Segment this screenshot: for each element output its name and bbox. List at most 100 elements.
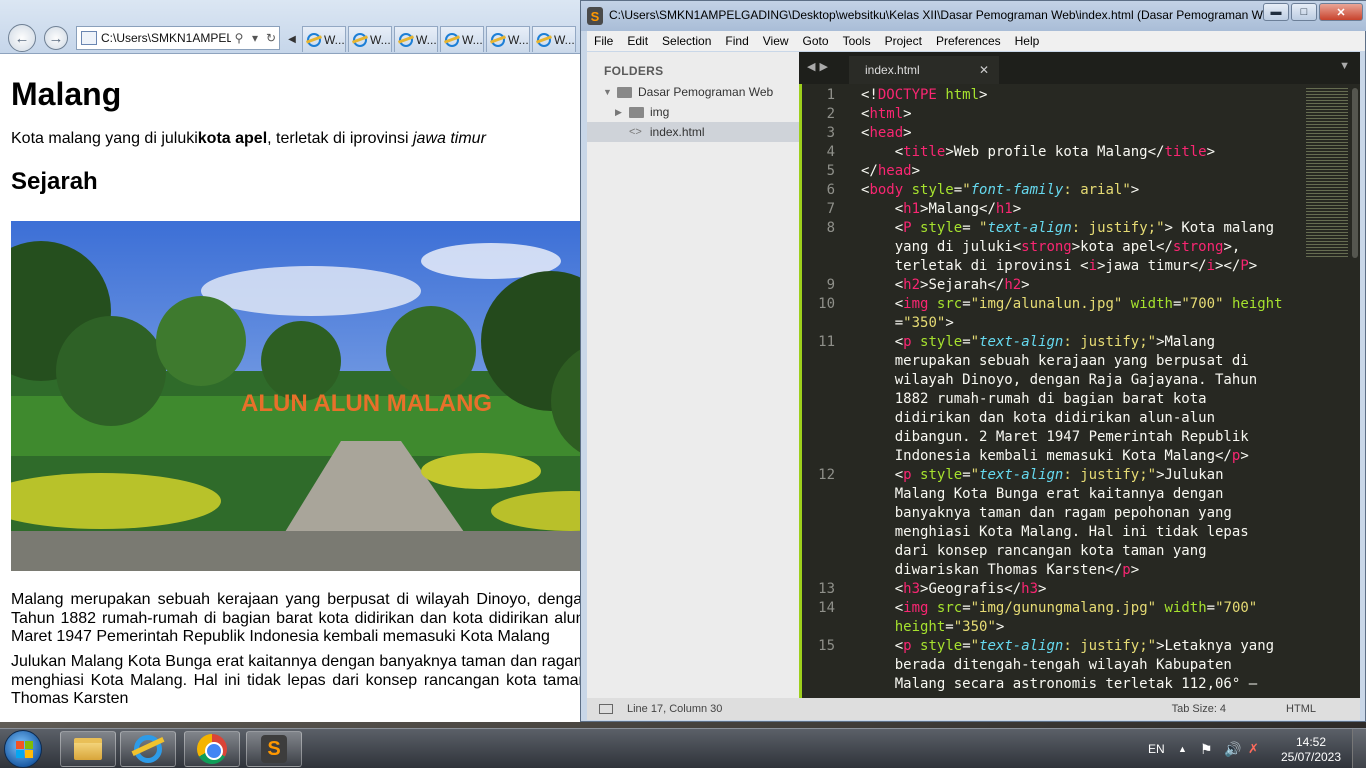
ie-tab[interactable]: W... bbox=[348, 26, 392, 52]
line-number: 9 bbox=[826, 277, 835, 293]
ie-tab[interactable]: W... bbox=[302, 26, 346, 52]
maximize-button[interactable]: □ bbox=[1291, 3, 1317, 21]
volume-icon[interactable]: 🔊 bbox=[1224, 729, 1241, 768]
minimize-icon: ▬ bbox=[1270, 6, 1282, 18]
menu-preferences[interactable]: Preferences bbox=[929, 34, 1008, 48]
network-error-icon[interactable]: ✗ bbox=[1248, 729, 1259, 768]
sublime-window: S C:\Users\SMKN1AMPELGADING\Desktop\webs… bbox=[580, 0, 1366, 722]
menu-edit[interactable]: Edit bbox=[620, 34, 655, 48]
minimize-button[interactable]: ▬ bbox=[1263, 3, 1289, 21]
back-button[interactable]: ← bbox=[8, 24, 36, 52]
tab-scroll-left-icon[interactable]: ◀ bbox=[284, 26, 300, 52]
tab-size[interactable]: Tab Size: 4 bbox=[1172, 703, 1226, 715]
system-clock[interactable]: 14:52 25/07/2023 bbox=[1278, 735, 1344, 765]
taskbar: S EN ▲ ⚑ 🔊 ✗ 14:52 25/07/2023 bbox=[0, 728, 1366, 768]
forward-button[interactable]: → bbox=[44, 26, 68, 50]
line-number: 13 bbox=[818, 581, 835, 597]
line-number: 5 bbox=[826, 163, 835, 179]
code-line: dibangun. 2 Maret 1947 Pemerintah Republ… bbox=[861, 429, 1249, 445]
gutter-marker bbox=[799, 84, 802, 698]
ie-tab[interactable]: W... bbox=[394, 26, 438, 52]
menu-file[interactable]: File bbox=[587, 34, 620, 48]
alun-alun-photo: ALUN ALUN MALANG bbox=[11, 221, 589, 571]
section-heading: Sejarah bbox=[11, 168, 98, 195]
code-line: height="350"> bbox=[894, 619, 1005, 635]
page-icon bbox=[81, 31, 97, 45]
code-line: ="350"> bbox=[861, 315, 954, 331]
tab-close-icon[interactable]: ✕ bbox=[979, 63, 989, 77]
refresh-icon[interactable]: ↻ bbox=[263, 31, 279, 45]
close-icon: ✕ bbox=[1336, 6, 1346, 19]
sublime-body: FOLDERS ▼ Dasar Pemograman Web ▶ img <> ind… bbox=[587, 52, 1360, 698]
collapsed-arrow-icon: ▶ bbox=[615, 106, 622, 117]
code-line: <P style= "text-align: justify;"> Kota m… bbox=[861, 220, 1275, 236]
ie-page-icon bbox=[399, 32, 413, 47]
back-arrow-icon: ← bbox=[14, 29, 30, 47]
close-button[interactable]: ✕ bbox=[1319, 3, 1363, 21]
ie-tab-strip: ◀ W... W... W... W... W... W... bbox=[284, 26, 576, 52]
action-center-flag-icon[interactable]: ⚑ bbox=[1200, 729, 1213, 768]
menu-project[interactable]: Project bbox=[878, 34, 929, 48]
expanded-arrow-icon: ▼ bbox=[603, 87, 612, 97]
ie-tab[interactable]: W... bbox=[532, 26, 576, 52]
dropdown-icon[interactable]: ▾ bbox=[247, 31, 263, 45]
code-line: dari konsep rancangan kota taman yang bbox=[861, 543, 1207, 559]
code-line: <h1>Malang</h1> bbox=[861, 201, 1022, 217]
sidebar-item-root-folder[interactable]: ▼ Dasar Pemograman Web bbox=[587, 82, 799, 102]
menu-goto[interactable]: Goto bbox=[796, 34, 836, 48]
minimap[interactable] bbox=[1306, 88, 1348, 258]
ie-page-icon bbox=[537, 32, 551, 47]
code-line: Indonesia kembali memasuki Kota Malang</… bbox=[861, 448, 1249, 464]
folder-explorer-icon bbox=[74, 738, 102, 760]
taskbar-chrome[interactable] bbox=[184, 731, 240, 767]
ie-tab[interactable]: W... bbox=[440, 26, 484, 52]
sidebar-header: FOLDERS bbox=[604, 64, 664, 78]
menu-selection[interactable]: Selection bbox=[655, 34, 718, 48]
line-number: 1 bbox=[826, 87, 835, 103]
sublime-logo-icon: S bbox=[587, 7, 603, 25]
tab-list-dropdown-icon[interactable]: ▼ bbox=[1339, 60, 1350, 72]
search-icon[interactable]: ⚲ bbox=[231, 31, 247, 45]
line-number: 6 bbox=[826, 182, 835, 198]
show-desktop-button[interactable] bbox=[1352, 729, 1366, 768]
clock-date: 25/07/2023 bbox=[1280, 750, 1342, 764]
code-line: berada ditengah-tengah wilayah Kabupaten bbox=[861, 657, 1232, 673]
taskbar-explorer[interactable] bbox=[60, 731, 116, 767]
sidebar-item-index-file[interactable]: <> index.html bbox=[587, 122, 799, 142]
code-line: 1882 rumah-rumah di bagian barat kota bbox=[861, 391, 1207, 407]
menu-tools[interactable]: Tools bbox=[836, 34, 878, 48]
line-number: 14 bbox=[818, 600, 835, 616]
language-indicator[interactable]: EN bbox=[1148, 729, 1165, 768]
code-line: menghiasi Kota Malang. Hal ini tidak lep… bbox=[861, 524, 1249, 540]
code-line: banyaknya taman dan ragam pepohonan yang bbox=[861, 505, 1232, 521]
editor-tab-bar: ◀▶ index.html ✕ ▼ bbox=[799, 52, 1360, 84]
ie-tab[interactable]: W... bbox=[486, 26, 530, 52]
forward-arrow-icon: → bbox=[48, 29, 64, 47]
menu-bar: File Edit Selection Find View Goto Tools… bbox=[587, 31, 1365, 51]
panel-toggle-icon[interactable] bbox=[599, 704, 613, 714]
code-line: <img src="img/alunalun.jpg" width="700" … bbox=[861, 296, 1283, 312]
code-line: Malang secara astronomis terletak 112,06… bbox=[861, 676, 1258, 692]
vertical-scrollbar[interactable] bbox=[1352, 88, 1358, 258]
code-line: Malang Kota Bunga erat kaitannya dengan bbox=[861, 486, 1224, 502]
menu-view[interactable]: View bbox=[756, 34, 796, 48]
taskbar-sublime[interactable]: S bbox=[246, 731, 302, 767]
line-number: 2 bbox=[826, 106, 835, 122]
web-page-content: Malang Kota malang yang di julukikota ap… bbox=[11, 54, 589, 707]
code-editor[interactable]: 1 2 3 4 5 6 7 8 9 10 11 12 13 14 15 <!DO… bbox=[799, 84, 1360, 698]
start-button[interactable] bbox=[4, 730, 42, 768]
code-line: wilayah Dinoyo, dengan Raja Gajayana. Ta… bbox=[861, 372, 1258, 388]
menu-help[interactable]: Help bbox=[1008, 34, 1047, 48]
intro-paragraph: Kota malang yang di julukikota apel, ter… bbox=[11, 130, 486, 147]
sublime-text-icon: S bbox=[261, 735, 287, 763]
syntax-mode[interactable]: HTML bbox=[1286, 703, 1316, 715]
address-bar[interactable]: C:\Users\SMKN1AMPEL ⚲ ▾ ↻ bbox=[76, 26, 280, 50]
sidebar-item-img-folder[interactable]: ▶ img bbox=[587, 102, 799, 122]
code-line: <title>Web profile kota Malang</title> bbox=[861, 144, 1216, 160]
show-hidden-icons-icon[interactable]: ▲ bbox=[1178, 729, 1187, 768]
tab-nav-arrows-icon[interactable]: ◀▶ bbox=[807, 60, 832, 73]
code-line: <p style="text-align: justify;">Malang bbox=[861, 334, 1216, 350]
taskbar-internet-explorer[interactable] bbox=[120, 731, 176, 767]
menu-find[interactable]: Find bbox=[718, 34, 755, 48]
editor-tab-index[interactable]: index.html ✕ bbox=[849, 56, 999, 84]
